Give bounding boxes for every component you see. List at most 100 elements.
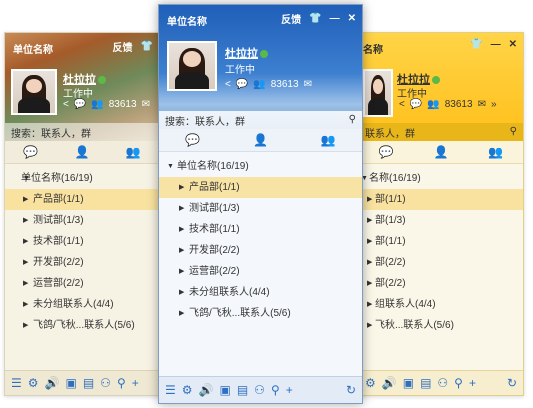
tree-root[interactable]: ▼ 单位名称(16/19) (5, 168, 159, 189)
folder-icon[interactable]: ▤ (420, 377, 431, 389)
tree-item[interactable]: ▶ 飞秋...联系人(5/6) (359, 315, 523, 336)
tree-item[interactable]: ▶ 测试部(1/3) (159, 198, 362, 219)
search-bar[interactable]: 联系人，群 ⚲ (359, 123, 523, 141)
add-contact-icon[interactable]: ⚇ (254, 384, 265, 396)
tab-groups-icon[interactable]: 👥 (126, 146, 141, 158)
tree-item[interactable]: ▶ 测试部(1/3) (5, 210, 159, 231)
message-count[interactable]: 83613 (109, 99, 137, 110)
tree-item[interactable]: ▶ 部(2/2) (359, 252, 523, 273)
refresh-icon[interactable]: ↻ (507, 377, 517, 389)
tree-item[interactable]: ▶ 部(1/1) (359, 189, 523, 210)
tree-item[interactable]: ▶ 技术部(1/1) (5, 231, 159, 252)
tree-item[interactable]: ▶ 运营部(2/2) (5, 273, 159, 294)
chat-icon[interactable]: 💬 (410, 99, 422, 110)
user-status[interactable]: 工作中 (225, 61, 255, 76)
tree-item[interactable]: ▶ 产品部(1/1) (159, 177, 362, 198)
gear-icon[interactable]: ⚙ (182, 384, 193, 396)
more-icon[interactable]: » (491, 99, 497, 110)
refresh-icon[interactable]: ↻ (346, 384, 356, 396)
image-icon[interactable]: ▣ (403, 377, 414, 389)
shirt-icon[interactable]: 👕 (470, 39, 482, 50)
share-icon[interactable]: < (399, 99, 405, 110)
tree-item[interactable]: ▶ 开发部(2/2) (5, 252, 159, 273)
tab-contacts-icon[interactable]: 👤 (253, 134, 268, 146)
user-status[interactable]: 工作中 (397, 85, 427, 100)
tree-root[interactable]: ▼ 单位名称(16/19) (159, 156, 362, 177)
search-bar[interactable]: 搜索：联系人，群 ⚲ (159, 111, 362, 129)
tab-recent-chat-icon[interactable]: 💬 (23, 146, 38, 158)
chat-icon[interactable]: 💬 (236, 79, 248, 90)
search-bar[interactable]: 搜索：联系人，群 (5, 123, 159, 141)
tree-item[interactable]: ▶ 未分组联系人(4/4) (159, 282, 362, 303)
search-icon[interactable]: ⚲ (510, 127, 517, 137)
avatar[interactable] (167, 41, 217, 91)
tree-item[interactable]: ▶ 部(1/3) (359, 210, 523, 231)
gear-icon[interactable]: ⚙ (28, 377, 39, 389)
search-input[interactable]: 联系人，群 (365, 125, 510, 140)
tab-recent-chat-icon[interactable]: 💬 (185, 134, 200, 146)
search-input[interactable]: 搜索：联系人，群 (11, 125, 153, 140)
bottom-toolbar: ☰ ⚙ 🔊 ▣ ▤ ⚇ ⚲ + (5, 370, 159, 395)
volume-icon[interactable]: 🔊 (45, 377, 60, 389)
search-input[interactable]: 搜索：联系人，群 (165, 113, 349, 128)
message-count[interactable]: 83613 (271, 79, 299, 90)
tab-groups-icon[interactable]: 👥 (488, 146, 503, 158)
tree-root[interactable]: ▼ 名称(16/19) (359, 168, 523, 189)
add-contact-icon[interactable]: ⚇ (437, 377, 448, 389)
shirt-icon[interactable]: 👕 (141, 41, 153, 52)
avatar[interactable] (11, 69, 57, 115)
tree-item[interactable]: ▶ 飞鸽/飞秋...联系人(5/6) (159, 303, 362, 324)
feedback-button[interactable]: 反馈 (281, 11, 301, 26)
add-icon[interactable]: + (469, 377, 476, 389)
menu-icon[interactable]: ☰ (165, 384, 176, 396)
folder-icon[interactable]: ▤ (83, 377, 94, 389)
folder-icon[interactable]: ▤ (237, 384, 248, 396)
tree-item[interactable]: ▶ 部(2/2) (359, 273, 523, 294)
minimize-icon[interactable]: — (330, 13, 340, 24)
find-icon[interactable]: ⚲ (117, 377, 126, 389)
user-toolbar: < 💬 👥 83613 ✉ (63, 99, 150, 110)
image-icon[interactable]: ▣ (65, 377, 76, 389)
tree-item[interactable]: ▶ 飞鸽/飞秋...联系人(5/6) (5, 315, 159, 336)
share-icon[interactable]: < (63, 99, 69, 110)
group-icon[interactable]: 👥 (253, 79, 265, 90)
search-icon[interactable]: ⚲ (349, 115, 356, 125)
image-icon[interactable]: ▣ (219, 384, 230, 396)
group-icon[interactable]: 👥 (427, 99, 439, 110)
tree-item[interactable]: ▶ 技术部(1/1) (159, 219, 362, 240)
tree-item[interactable]: ▶ 运营部(2/2) (159, 261, 362, 282)
tree-item[interactable]: ▶ 部(1/1) (359, 231, 523, 252)
tab-contacts-icon[interactable]: 👤 (434, 146, 449, 158)
user-status[interactable]: 工作中 (63, 85, 93, 100)
feedback-button[interactable]: 反馈 (113, 39, 133, 54)
tree-item[interactable]: ▶ 产品部(1/1) (5, 189, 159, 210)
add-contact-icon[interactable]: ⚇ (100, 377, 111, 389)
chat-icon[interactable]: 💬 (74, 99, 86, 110)
gear-icon[interactable]: ⚙ (365, 377, 376, 389)
tab-contacts-icon[interactable]: 👤 (75, 146, 90, 158)
group-icon[interactable]: 👥 (91, 99, 103, 110)
menu-icon[interactable]: ☰ (11, 377, 22, 389)
tree-item[interactable]: ▶ 组联系人(4/4) (359, 294, 523, 315)
message-count[interactable]: 83613 (445, 99, 473, 110)
avatar[interactable] (363, 69, 393, 117)
share-icon[interactable]: < (225, 79, 231, 90)
tree-item[interactable]: ▶ 开发部(2/2) (159, 240, 362, 261)
volume-icon[interactable]: 🔊 (382, 377, 397, 389)
tab-recent-chat-icon[interactable]: 💬 (379, 146, 394, 158)
close-icon[interactable]: ✕ (509, 39, 517, 50)
close-icon[interactable]: ✕ (348, 13, 356, 24)
add-icon[interactable]: + (132, 377, 139, 389)
tree-item[interactable]: ▶ 未分组联系人(4/4) (5, 294, 159, 315)
add-icon[interactable]: + (286, 384, 293, 396)
minimize-icon[interactable]: — (491, 39, 501, 50)
volume-icon[interactable]: 🔊 (199, 384, 214, 396)
user-name[interactable]: 杜拉拉 (225, 45, 268, 61)
find-icon[interactable]: ⚲ (271, 384, 280, 396)
find-icon[interactable]: ⚲ (454, 377, 463, 389)
mail-icon[interactable]: ✉ (304, 79, 312, 90)
mail-icon[interactable]: ✉ (478, 99, 486, 110)
tab-groups-icon[interactable]: 👥 (321, 134, 336, 146)
mail-icon[interactable]: ✉ (142, 99, 150, 110)
shirt-icon[interactable]: 👕 (309, 13, 321, 24)
